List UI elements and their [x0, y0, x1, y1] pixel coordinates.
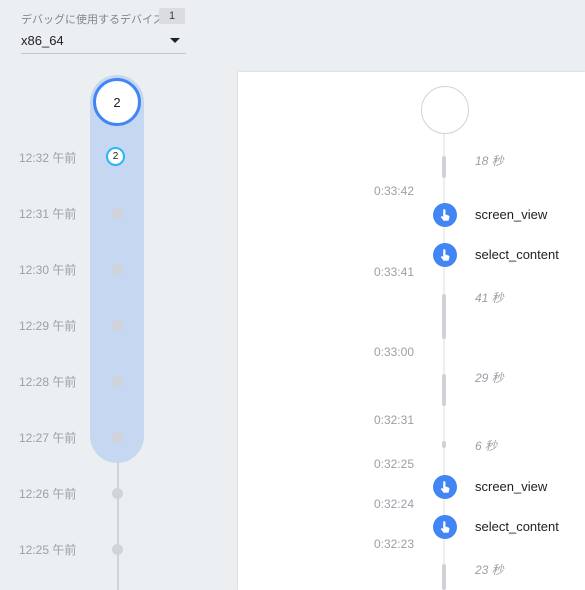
- event-name: screen_view: [475, 479, 548, 494]
- touch-icon: [433, 515, 457, 539]
- minute-label: 12:31 午前: [19, 207, 77, 221]
- minute-row[interactable]: 12:30 午前: [0, 259, 140, 279]
- timestamp: 0:32:23: [373, 537, 414, 551]
- timestamp: 0:32:24: [373, 497, 414, 511]
- minute-dot[interactable]: [112, 432, 123, 443]
- duration-gap-bar: [442, 156, 446, 178]
- duration-label: 29 秒: [475, 371, 504, 385]
- minute-dot[interactable]: [112, 376, 123, 387]
- minute-row[interactable]: 12:26 午前: [0, 483, 140, 503]
- minute-dot[interactable]: [112, 320, 123, 331]
- timestamp: 0:32:31: [373, 413, 414, 427]
- event-count-bubble[interactable]: 2: [93, 78, 141, 126]
- touch-icon: [433, 203, 457, 227]
- device-selector-label: デバッグに使用するデバイス: [21, 14, 164, 26]
- timestamp: 0:33:41: [373, 265, 414, 279]
- event-name: select_content: [475, 519, 559, 534]
- minute-dot[interactable]: [112, 544, 123, 555]
- duration-gap-bar: [442, 441, 446, 448]
- minute-label: 12:32 午前: [19, 151, 77, 165]
- minute-label: 12:28 午前: [19, 375, 77, 389]
- event-stream-panel: 18 秒 0:33:42 screen_view select_content …: [238, 72, 585, 590]
- device-selector-underline: [21, 53, 186, 54]
- device-count-badge: 1: [159, 8, 185, 24]
- device-selector-value[interactable]: x86_64: [21, 33, 64, 48]
- duration-label: 23 秒: [475, 563, 504, 577]
- minute-row[interactable]: 12:25 午前: [0, 539, 140, 559]
- duration-label: 6 秒: [475, 439, 498, 453]
- event-name: select_content: [475, 247, 559, 262]
- stream-start-circle: [421, 86, 469, 134]
- event-item[interactable]: screen_view: [433, 203, 583, 227]
- timestamp: 0:33:00: [373, 345, 414, 359]
- event-item[interactable]: select_content: [433, 515, 583, 539]
- duration-label: 18 秒: [475, 154, 504, 168]
- duration-gap-bar: [442, 374, 446, 406]
- minute-dot[interactable]: [112, 208, 123, 219]
- minute-label: 12:25 午前: [19, 543, 77, 557]
- minute-label: 12:26 午前: [19, 487, 77, 501]
- dropdown-arrow-icon[interactable]: [170, 38, 180, 43]
- duration-label: 41 秒: [475, 291, 504, 305]
- minute-dot[interactable]: [112, 264, 123, 275]
- event-name: screen_view: [475, 207, 548, 222]
- touch-icon: [433, 243, 457, 267]
- timestamp: 0:33:42: [373, 184, 414, 198]
- duration-gap-bar: [442, 294, 446, 339]
- event-item[interactable]: select_content: [433, 243, 583, 267]
- minute-row[interactable]: 12:29 午前: [0, 315, 140, 335]
- event-item[interactable]: screen_view: [433, 475, 583, 499]
- minute-row[interactable]: 12:32 午前: [0, 147, 140, 167]
- minute-dot[interactable]: [112, 488, 123, 499]
- minute-label: 12:29 午前: [19, 319, 77, 333]
- duration-gap-bar: [442, 564, 446, 590]
- minute-row[interactable]: 12:31 午前: [0, 203, 140, 223]
- minute-row[interactable]: 12:28 午前: [0, 371, 140, 391]
- timestamp: 0:32:25: [373, 457, 414, 471]
- minute-row[interactable]: 12:27 午前: [0, 427, 140, 447]
- touch-icon: [433, 475, 457, 499]
- minute-label: 12:27 午前: [19, 431, 77, 445]
- minute-label: 12:30 午前: [19, 263, 77, 277]
